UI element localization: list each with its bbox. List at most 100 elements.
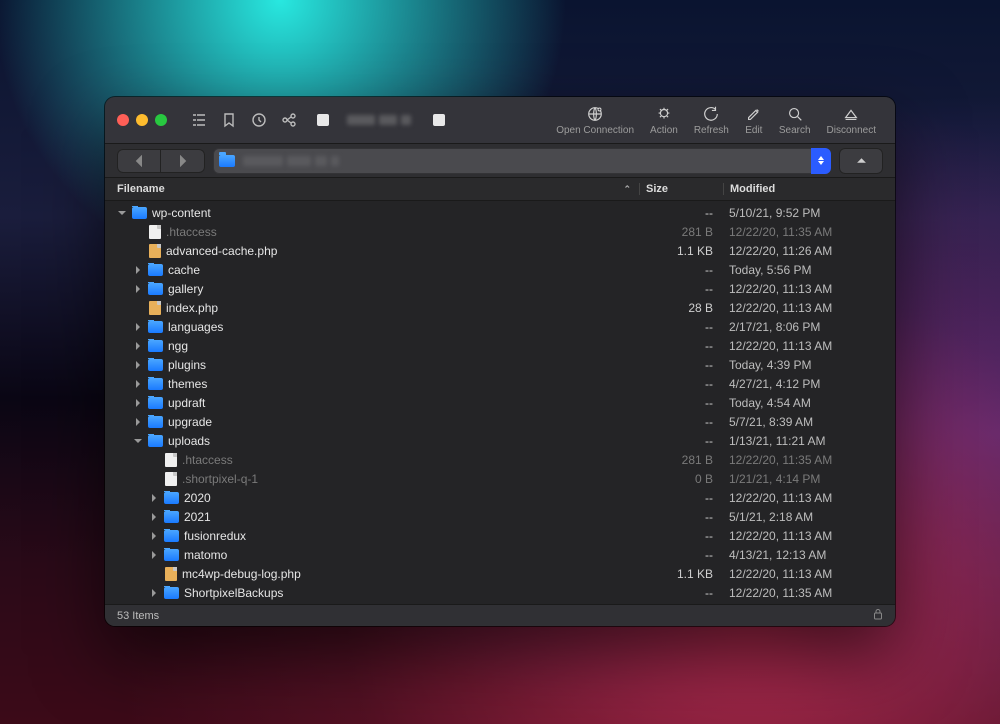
nav-back-button[interactable] [117, 149, 161, 173]
file-name-label: mc4wp-debug-log.php [182, 567, 301, 581]
file-name-label: 2020 [184, 491, 211, 505]
file-row[interactable]: updraft--Today, 4:54 AM [105, 393, 895, 412]
close-window-button[interactable] [117, 114, 129, 126]
disclosure-triangle-icon[interactable] [133, 436, 143, 446]
bookmarks-icon[interactable] [215, 108, 243, 132]
nav-forward-button[interactable] [161, 149, 205, 173]
disclosure-triangle-icon[interactable] [133, 322, 143, 332]
disclosure-triangle-icon[interactable] [149, 493, 159, 503]
file-row[interactable]: index.php28 B12/22/20, 11:13 AM [105, 298, 895, 317]
file-row[interactable]: 2020 --12/22/20, 11:13 AM [105, 488, 895, 507]
folder-icon [148, 321, 163, 333]
disclosure-triangle-icon[interactable] [133, 379, 143, 389]
history-icon[interactable] [245, 108, 273, 132]
action-label: Action [650, 125, 678, 136]
column-filename-label: Filename [117, 183, 165, 195]
file-icon [165, 453, 177, 467]
tab-chip[interactable] [317, 114, 329, 126]
ftp-window: Open Connection Action Refresh Edit Sear… [105, 97, 895, 626]
path-dropdown-toggle[interactable] [811, 148, 831, 174]
disclosure-triangle-icon[interactable] [149, 588, 159, 598]
file-name-label: wp-content [152, 206, 211, 220]
file-row[interactable]: 2021--5/1/21, 2:18 AM [105, 507, 895, 526]
minimize-window-button[interactable] [136, 114, 148, 126]
sort-indicator-icon: ⌃ [623, 184, 631, 195]
file-size-label: -- [639, 206, 723, 220]
path-bar[interactable] [213, 148, 831, 174]
file-size-label: 1.1 KB [639, 244, 723, 258]
disclosure-triangle-icon[interactable] [149, 512, 159, 522]
file-size-label: 281 B [639, 453, 723, 467]
search-button[interactable]: Search [772, 105, 818, 136]
file-row[interactable]: mc4wp-debug-log.php1.1 KB12/22/20, 11:13… [105, 564, 895, 583]
nav-back-forward [117, 149, 205, 173]
folder-icon [148, 416, 163, 428]
disclosure-triangle-icon[interactable] [149, 531, 159, 541]
file-size-label: -- [639, 491, 723, 505]
file-row[interactable]: themes--4/27/21, 4:12 PM [105, 374, 895, 393]
disclosure-triangle-icon[interactable] [133, 398, 143, 408]
file-size-label: -- [639, 434, 723, 448]
folder-icon [164, 530, 179, 542]
file-modified-label: Today, 4:39 PM [723, 358, 883, 372]
up-directory-button[interactable] [839, 148, 883, 174]
file-row[interactable]: fusionredux--12/22/20, 11:13 AM [105, 526, 895, 545]
disclosure-triangle-icon[interactable] [133, 284, 143, 294]
file-row[interactable]: cache--Today, 5:56 PM [105, 260, 895, 279]
file-icon [149, 225, 161, 239]
disclosure-triangle-icon[interactable] [149, 550, 159, 560]
file-size-label: -- [639, 415, 723, 429]
column-filename[interactable]: Filename ⌃ [117, 183, 639, 195]
file-row[interactable]: .shortpixel-q-10 B1/21/21, 4:14 PM [105, 469, 895, 488]
file-modified-label: 12/22/20, 11:13 AM [723, 491, 883, 505]
file-row[interactable]: plugins--Today, 4:39 PM [105, 355, 895, 374]
file-row[interactable]: advanced-cache.php1.1 KB12/22/20, 11:26 … [105, 241, 895, 260]
column-size[interactable]: Size [639, 183, 723, 195]
disclosure-triangle-icon[interactable] [133, 265, 143, 275]
edit-button[interactable]: Edit [738, 105, 770, 136]
file-row[interactable]: ngg--12/22/20, 11:13 AM [105, 336, 895, 355]
file-modified-label: 5/7/21, 8:39 AM [723, 415, 883, 429]
outline-view-icon[interactable] [185, 108, 213, 132]
open-connection-button[interactable]: Open Connection [549, 105, 641, 136]
file-row[interactable]: languages--2/17/21, 8:06 PM [105, 317, 895, 336]
disclosure-triangle-icon[interactable] [133, 360, 143, 370]
column-size-label: Size [646, 183, 668, 195]
file-row[interactable]: uploads--1/13/21, 11:21 AM [105, 431, 895, 450]
refresh-button[interactable]: Refresh [687, 105, 736, 136]
file-row[interactable]: wp-content--5/10/21, 9:52 PM [105, 203, 895, 222]
disclosure-triangle-icon[interactable] [133, 341, 143, 351]
file-row[interactable]: matomo--4/13/21, 12:13 AM [105, 545, 895, 564]
folder-icon [148, 397, 163, 409]
column-modified[interactable]: Modified [723, 183, 883, 195]
folder-icon [148, 283, 163, 295]
edit-label: Edit [745, 125, 762, 136]
file-row[interactable]: ShortpixelBackups--12/22/20, 11:35 AM [105, 583, 895, 602]
disclosure-triangle-icon[interactable] [133, 417, 143, 427]
disconnect-button[interactable]: Disconnect [820, 105, 883, 136]
file-row[interactable]: upgrade--5/7/21, 8:39 AM [105, 412, 895, 431]
file-row[interactable]: .htaccess281 B12/22/20, 11:35 AM [105, 222, 895, 241]
folder-icon [164, 511, 179, 523]
disclosure-triangle-icon[interactable] [117, 208, 127, 218]
file-modified-label: 12/22/20, 11:13 AM [723, 282, 883, 296]
folder-icon [148, 264, 163, 276]
tab-chip-2[interactable] [433, 114, 445, 126]
file-name-label: updraft [168, 396, 205, 410]
bonjour-icon[interactable] [275, 108, 303, 132]
file-row[interactable]: gallery--12/22/20, 11:13 AM [105, 279, 895, 298]
file-name-label: ngg [168, 339, 188, 353]
file-name-label: cache [168, 263, 200, 277]
file-name-label: ShortpixelBackups [184, 586, 283, 600]
action-menu-button[interactable]: Action [643, 105, 685, 136]
disconnect-label: Disconnect [827, 125, 876, 136]
file-name-label: .shortpixel-q-1 [182, 472, 258, 486]
zoom-window-button[interactable] [155, 114, 167, 126]
file-name-label: gallery [168, 282, 203, 296]
file-modified-label: 4/13/21, 12:13 AM [723, 548, 883, 562]
file-row[interactable]: .htaccess281 B12/22/20, 11:35 AM [105, 450, 895, 469]
file-name-label: plugins [168, 358, 206, 372]
file-name-label: .htaccess [182, 453, 233, 467]
file-size-label: -- [639, 529, 723, 543]
file-modified-label: 12/22/20, 11:13 AM [723, 339, 883, 353]
